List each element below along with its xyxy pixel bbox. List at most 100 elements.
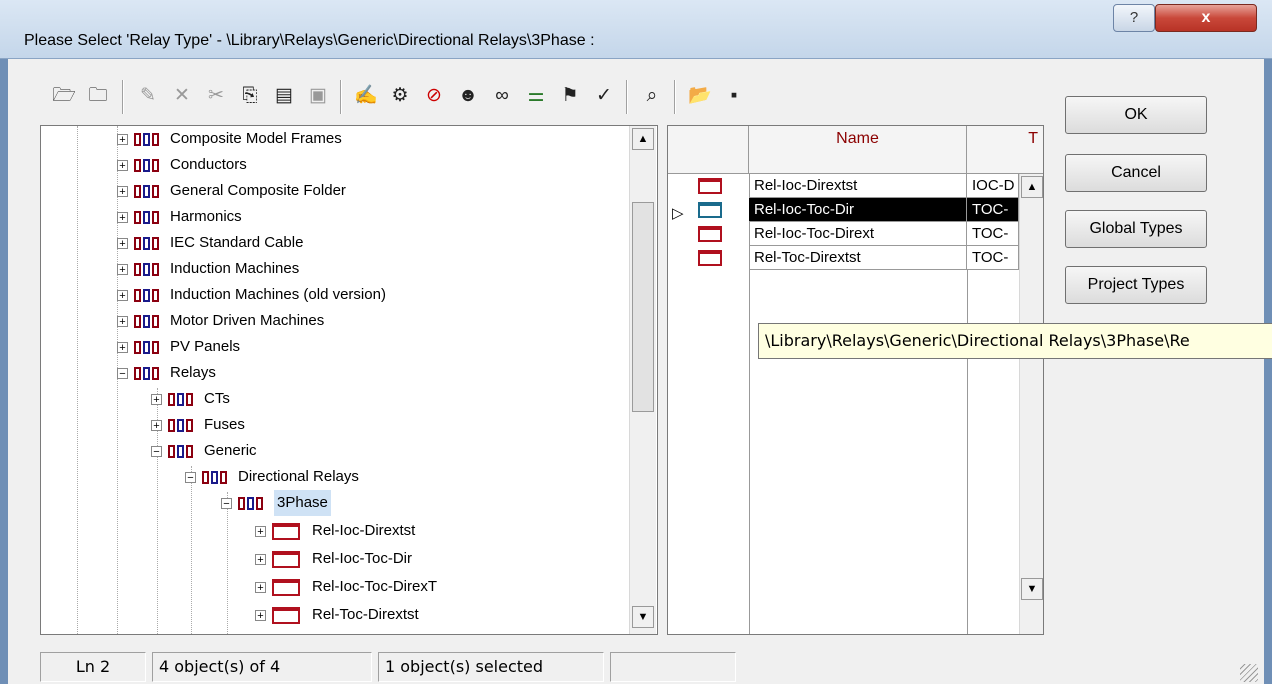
resize-grip-icon[interactable] <box>1240 664 1258 682</box>
toolbar: 🗁 🗀 ✎ ✕ ✂ ⎘ ▤ ▣ ✍ ⚙ ⊘ ☻ ∞ ⚌ ⚑ ✓ ⌕ 📂 ▪ <box>40 74 1000 120</box>
library-folder-icon <box>134 288 164 303</box>
scroll-down-icon[interactable]: ▼ <box>632 606 654 628</box>
library-folder-icon <box>134 210 164 225</box>
path-tooltip: \Library\Relays\Generic\Directional Rela… <box>758 323 1272 359</box>
paste-icon[interactable]: ▤ <box>270 82 298 110</box>
relay-type-icon <box>272 550 300 568</box>
user-icon[interactable]: ☻ <box>454 82 482 110</box>
tree-item[interactable]: + Composite Model Frames <box>117 126 342 152</box>
table-cell-name[interactable]: Rel-Toc-Dirextst <box>749 246 967 270</box>
close-button[interactable]: x <box>1155 4 1257 32</box>
row-header-corner <box>668 126 749 174</box>
tree-item[interactable]: + Conductors <box>117 152 247 178</box>
table-cell-name[interactable]: Rel-Ioc-Toc-Dirext <box>749 222 967 246</box>
relay-type-icon <box>272 606 300 624</box>
tree-item[interactable]: + PV Panels <box>117 334 240 360</box>
scroll-up-icon[interactable]: ▲ <box>632 128 654 150</box>
mark-icon[interactable]: ✓ <box>590 82 618 110</box>
cancel-button[interactable]: Cancel <box>1065 154 1207 192</box>
current-row-arrow-icon: ▷ <box>672 205 684 222</box>
status-extra <box>610 652 736 682</box>
tree-scrollbar[interactable]: ▲ ▼ <box>629 126 656 634</box>
new-object-icon[interactable]: ✎ <box>134 82 162 110</box>
status-selection-count: 1 object(s) selected <box>378 652 604 682</box>
tree-item[interactable]: + Induction Machines (old version) <box>117 282 386 308</box>
tree-icon[interactable]: ⚑ <box>556 82 584 110</box>
edit-object-icon[interactable]: ⚙ <box>386 82 414 110</box>
table-cell-type-selected[interactable]: TOC- <box>967 198 1019 222</box>
tree-item[interactable]: − Relays <box>117 360 216 386</box>
global-types-button[interactable]: Global Types <box>1065 210 1207 248</box>
help-button[interactable]: ? <box>1113 4 1155 32</box>
cut-icon[interactable]: ✂ <box>202 82 230 110</box>
tree-item[interactable]: + General Composite Folder <box>117 178 346 204</box>
library-folder-icon <box>134 262 164 277</box>
tree-item[interactable]: + Rel-Ioc-Toc-Dir <box>255 546 412 572</box>
tree-item[interactable]: + Rel-Ioc-Toc-DirexT <box>255 574 437 600</box>
open-folder-icon[interactable]: 📂 <box>686 82 714 110</box>
status-object-count: 4 object(s) of 4 <box>152 652 372 682</box>
copy-icon[interactable]: ⎘ <box>236 82 264 110</box>
tree-item[interactable]: − Directional Relays <box>185 464 359 490</box>
paste-special-icon[interactable]: ▣ <box>304 82 332 110</box>
library-folder-icon <box>134 366 164 381</box>
column-header-type[interactable]: T <box>967 126 1043 174</box>
tree-item-3phase[interactable]: −3Phase <box>221 490 331 516</box>
title-bar: Please Select 'Relay Type' - \Library\Re… <box>0 0 1272 59</box>
table-scrollbar[interactable]: ▲ ▼ <box>1019 174 1043 634</box>
library-folder-icon <box>202 470 232 485</box>
column-header-name[interactable]: Name <box>749 126 967 174</box>
tree-item[interactable]: + Induction Machines <box>117 256 299 282</box>
project-types-button[interactable]: Project Types <box>1065 266 1207 304</box>
folder-up-icon[interactable]: 🗁 <box>50 82 78 110</box>
relay-type-icon[interactable] <box>698 202 722 218</box>
relay-type-icon[interactable] <box>698 250 722 266</box>
library-folder-icon <box>134 340 164 355</box>
save-icon[interactable]: ▪ <box>720 82 748 110</box>
ok-button[interactable]: OK <box>1065 96 1207 134</box>
library-folder-icon <box>134 184 164 199</box>
toolbar-separator <box>674 80 676 114</box>
toolbar-separator <box>122 80 124 114</box>
relay-type-icon <box>272 522 300 540</box>
relay-type-icon[interactable] <box>698 226 722 242</box>
library-folder-icon <box>238 496 268 511</box>
library-folder-icon <box>134 158 164 173</box>
row-header-column <box>668 174 750 634</box>
scroll-thumb[interactable] <box>632 202 654 412</box>
tree-item[interactable]: + Fuses <box>151 412 245 438</box>
library-folder-icon <box>168 444 198 459</box>
toolbar-separator <box>626 80 628 114</box>
scroll-down-icon[interactable]: ▼ <box>1021 578 1043 600</box>
tree-item[interactable]: + Harmonics <box>117 204 242 230</box>
folder-down-icon[interactable]: 🗀 <box>84 82 112 110</box>
delete-icon[interactable]: ✕ <box>168 82 196 110</box>
table-cell-name[interactable]: Rel-Ioc-Dirextst <box>749 174 967 198</box>
library-tree[interactable]: + Composite Model Frames + Conductors + Gen… <box>40 125 658 635</box>
relay-type-icon[interactable] <box>698 178 722 194</box>
tree-item[interactable]: + Rel-Toc-Dirextst <box>255 602 419 628</box>
forbidden-icon[interactable]: ⊘ <box>420 82 448 110</box>
table-cell-name-selected[interactable]: Rel-Ioc-Toc-Dir <box>749 198 967 222</box>
scroll-up-icon[interactable]: ▲ <box>1021 176 1043 198</box>
window-title: Please Select 'Relay Type' - \Library\Re… <box>24 32 595 49</box>
glasses-icon[interactable]: ∞ <box>488 82 516 110</box>
table-cell-type[interactable]: TOC- <box>967 246 1019 270</box>
tree-item[interactable]: + IEC Standard Cable <box>117 230 303 256</box>
library-folder-icon <box>168 418 198 433</box>
toolbar-separator <box>340 80 342 114</box>
tree-item[interactable]: − Generic <box>151 438 257 464</box>
library-folder-icon <box>134 314 164 329</box>
binoculars-icon[interactable]: ⌕ <box>638 82 666 110</box>
library-folder-icon <box>134 132 164 147</box>
tree-item[interactable]: + CTs <box>151 386 230 412</box>
table-cell-type[interactable]: IOC-D <box>967 174 1019 198</box>
tree-item[interactable]: + Rel-Ioc-Dirextst <box>255 518 415 544</box>
filter-icon[interactable]: ⚌ <box>522 82 550 110</box>
edit-icon[interactable]: ✍ <box>352 82 380 110</box>
tree-item[interactable]: + Motor Driven Machines <box>117 308 324 334</box>
table-cell-type[interactable]: TOC- <box>967 222 1019 246</box>
library-folder-icon <box>134 236 164 251</box>
relay-type-table[interactable]: Name T Rel-Ioc-Dirextst IOC-D ▷ Rel-Ioc-… <box>667 125 1044 635</box>
status-line: Ln 2 <box>40 652 146 682</box>
